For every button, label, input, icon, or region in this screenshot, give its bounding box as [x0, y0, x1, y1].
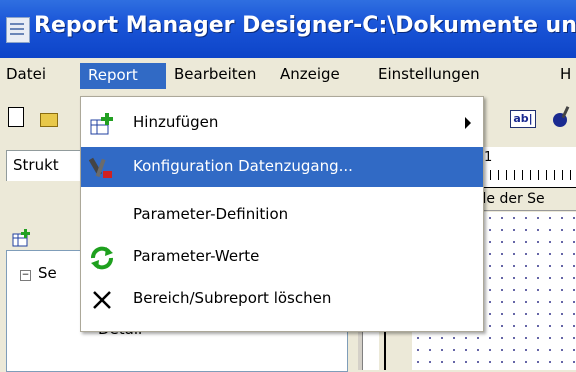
menu-anzeige[interactable]: Anzeige: [280, 65, 340, 83]
tree-node-root[interactable]: Se: [38, 264, 57, 282]
add-section-icon[interactable]: [12, 228, 34, 248]
tab-structure-label: Strukt: [13, 156, 59, 174]
menu-item-bereich-loeschen[interactable]: Bereich/Subreport löschen: [81, 279, 483, 319]
menu-item-label: Hinzufügen: [133, 113, 219, 131]
menu-item-label: Konfiguration Datenzugang...: [133, 157, 353, 175]
menu-item-label: Parameter-Werte: [133, 247, 260, 265]
window-title: Report Manager Designer-C:\Dokumente un: [34, 13, 576, 38]
menu-item-parameter-werte[interactable]: Parameter-Werte: [81, 237, 483, 277]
menu-item-label: Bereich/Subreport löschen: [133, 289, 332, 307]
add-section-icon: [90, 113, 113, 135]
collapse-icon[interactable]: −: [20, 270, 31, 281]
menu-report[interactable]: Report: [80, 63, 166, 89]
open-folder-icon[interactable]: [40, 113, 58, 127]
tools-icon: [89, 157, 112, 178]
refresh-icon: [91, 246, 113, 270]
ruler-number: 1: [484, 150, 493, 165]
title-bar: Report Manager Designer-C:\Dokumente un: [0, 0, 576, 58]
menu-einstellungen[interactable]: Einstellungen: [378, 65, 480, 83]
menu-item-label: Parameter-Definition: [133, 205, 289, 223]
submenu-arrow-icon: [465, 117, 471, 129]
menu-datei[interactable]: Datei: [6, 65, 46, 83]
app-icon: [6, 17, 30, 43]
delete-x-icon: [93, 291, 111, 309]
paint-icon[interactable]: [550, 104, 576, 130]
menu-item-hinzufuegen[interactable]: Hinzufügen: [81, 103, 483, 143]
menu-bearbeiten[interactable]: Bearbeiten: [174, 65, 256, 83]
new-document-icon[interactable]: [8, 107, 24, 127]
menu-item-parameter-definition[interactable]: Parameter-Definition: [81, 195, 483, 235]
menu-report-label: Report: [88, 66, 138, 84]
ruler-ticks: [482, 170, 576, 180]
text-field-button[interactable]: ab|: [510, 110, 536, 128]
report-menu-dropdown: Hinzufügen Konfiguration Datenzugang... …: [80, 96, 484, 332]
menu-item-konfiguration[interactable]: Konfiguration Datenzugang...: [81, 147, 483, 187]
menu-hilfe[interactable]: H: [560, 65, 571, 83]
